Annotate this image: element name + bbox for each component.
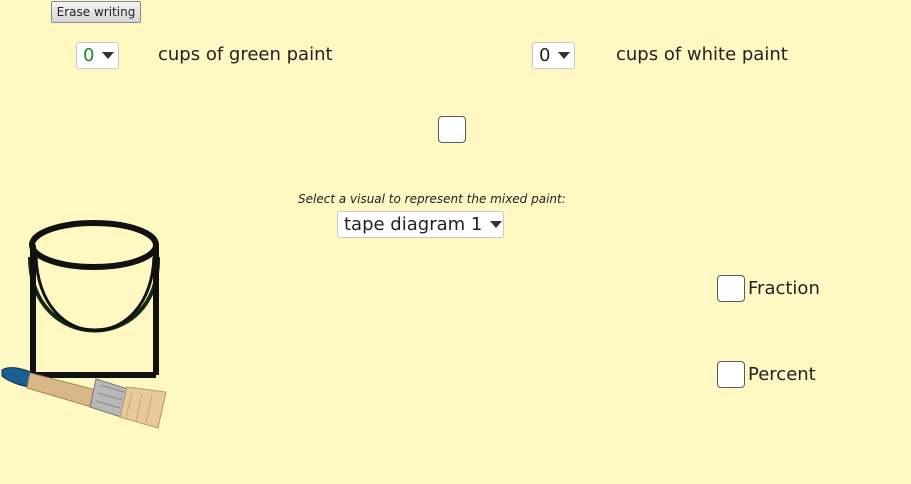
white-paint-cups-value: 0 <box>539 45 551 66</box>
visual-select-prompt: Select a visual to represent the mixed p… <box>298 192 566 206</box>
fraction-label: Fraction <box>748 278 820 299</box>
chevron-down-icon <box>102 52 115 59</box>
white-paint-label: cups of white paint <box>616 44 788 65</box>
green-paint-cups-value: 0 <box>83 45 95 66</box>
chevron-down-icon <box>558 52 571 59</box>
visual-representation-dropdown[interactable]: tape diagram 1 <box>337 211 504 238</box>
center-checkbox[interactable] <box>438 116 466 143</box>
green-paint-label: cups of green paint <box>158 44 333 65</box>
chevron-down-icon <box>490 221 503 228</box>
percent-label: Percent <box>748 364 816 385</box>
green-paint-cups-dropdown[interactable]: 0 <box>76 42 119 69</box>
percent-checkbox[interactable] <box>717 361 745 388</box>
white-paint-cups-dropdown[interactable]: 0 <box>532 42 575 69</box>
paint-bucket-icon <box>28 220 161 378</box>
fraction-checkbox[interactable] <box>717 275 745 302</box>
visual-representation-value: tape diagram 1 <box>344 214 483 235</box>
erase-writing-button[interactable]: Erase writing <box>51 1 141 23</box>
paint-illustration <box>1 220 167 429</box>
